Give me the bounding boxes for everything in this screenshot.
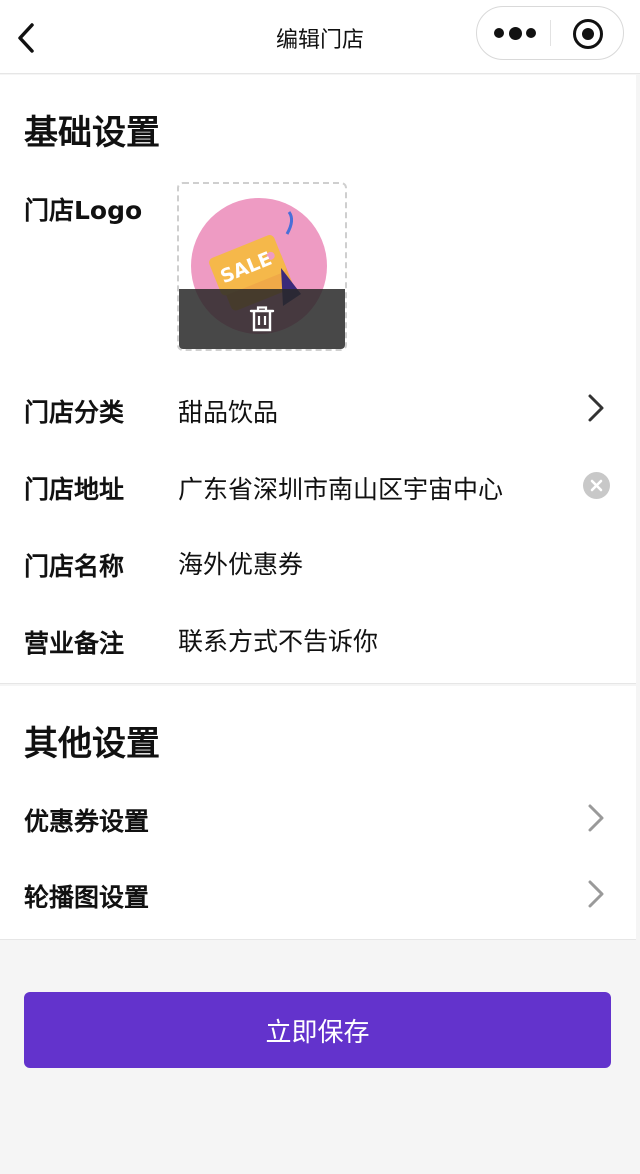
more-menu-button[interactable] [494,25,536,41]
store-name-input[interactable]: 海外优惠券 [178,545,303,581]
close-target-icon[interactable] [573,19,603,49]
section-title-other: 其他设置 [24,724,160,764]
navigation-bar: 编辑门店 [0,0,640,74]
other-settings-card: 其他设置 优惠券设置 轮播图设置 [0,686,636,940]
save-button[interactable]: 立即保存 [24,992,611,1068]
chevron-right-icon [588,804,604,832]
mini-program-capsule [476,6,624,60]
more-dots-icon [526,28,536,38]
category-value: 甜品饮品 [178,398,279,427]
clear-icon[interactable] [583,472,610,499]
carousel-settings-label: 轮播图设置 [24,883,150,912]
chevron-right-icon [588,394,604,422]
trash-icon [249,306,275,332]
address-label: 门店地址 [24,475,125,504]
basic-settings-card: 基础设置 门店Logo SALE 门店分类 甜品饮品 门店地址 广东省深圳市南山… [0,75,636,684]
chevron-right-icon [588,880,604,908]
section-title-basic: 基础设置 [24,113,160,153]
store-name-label: 门店名称 [24,552,125,581]
address-input[interactable]: 广东省深圳市南山区宇宙中心 [178,470,503,506]
coupon-settings-label: 优惠券设置 [24,807,150,836]
logo-upload-box[interactable]: SALE [177,182,347,351]
logo-label: 门店Logo [24,196,143,225]
delete-logo-button[interactable] [179,289,345,349]
category-label: 门店分类 [24,398,125,427]
more-dots-icon [508,26,522,40]
capsule-divider [550,20,551,46]
business-note-label: 营业备注 [24,629,125,658]
more-dots-icon [494,28,504,38]
business-note-input[interactable]: 联系方式不告诉你 [178,622,378,658]
